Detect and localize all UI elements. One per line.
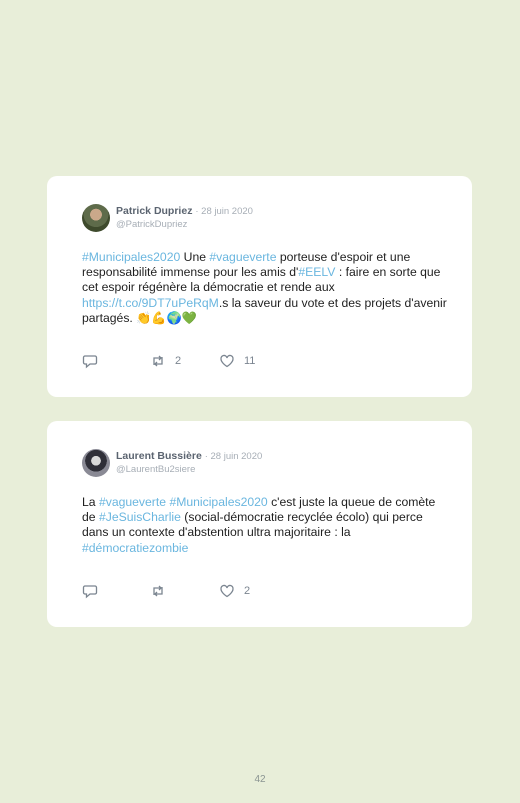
url-link[interactable]: https://t.co/9DT7uPeRqM — [82, 296, 219, 310]
hashtag-link[interactable]: #vagueverte — [99, 495, 166, 509]
author-handle[interactable]: @LaurentBu2siere — [116, 464, 195, 476]
hashtag-link[interactable]: #EELV — [298, 265, 335, 279]
reply-button[interactable] — [82, 353, 98, 369]
reply-button[interactable] — [82, 583, 98, 599]
tweet-text-part: La — [82, 495, 99, 509]
tweet-card: Patrick Dupriez · 28 juin 2020 @PatrickD… — [47, 176, 472, 397]
hashtag-link[interactable]: #JeSuisCharlie — [99, 510, 181, 524]
retweet-button[interactable]: 2 — [150, 353, 181, 369]
tweet-date: · 28 juin 2020 — [195, 206, 253, 217]
like-count: 11 — [244, 355, 256, 367]
emoji-group: 👏💪🌍💚 — [136, 310, 197, 325]
hashtag-link[interactable]: #Municipales2020 — [82, 250, 180, 264]
tweet-card: Laurent Bussière · 28 juin 2020 @Laurent… — [47, 421, 472, 627]
avatar[interactable] — [82, 204, 110, 232]
tweet-text: La #vagueverte #Municipales2020 c'est ju… — [82, 495, 447, 556]
hashtag-link[interactable]: #Municipales2020 — [169, 495, 267, 509]
author-handle[interactable]: @PatrickDupriez — [116, 219, 187, 231]
page-number: 42 — [254, 774, 266, 785]
hashtag-link[interactable]: #vagueverte — [209, 250, 276, 264]
retweet-icon — [153, 585, 163, 597]
author-name[interactable]: Patrick Dupriez — [116, 205, 192, 217]
avatar[interactable] — [82, 449, 110, 477]
tweet-text-part: Une — [180, 250, 210, 264]
heart-icon — [220, 354, 234, 368]
reply-icon — [82, 585, 98, 599]
retweet-count: 2 — [175, 355, 182, 367]
reply-icon — [82, 355, 98, 369]
retweet-button[interactable] — [150, 583, 175, 599]
like-button[interactable]: 2 — [219, 583, 250, 599]
hashtag-link[interactable]: #démocratiezombie — [82, 541, 188, 555]
tweet-date: · 28 juin 2020 — [204, 451, 263, 462]
like-count: 2 — [244, 585, 251, 597]
heart-icon — [220, 584, 234, 598]
author-name[interactable]: Laurent Bussière — [116, 450, 202, 462]
tweet-text: #Municipales2020 Une #vagueverte porteus… — [82, 250, 447, 326]
retweet-icon — [153, 355, 163, 367]
like-button[interactable]: 11 — [219, 353, 255, 369]
